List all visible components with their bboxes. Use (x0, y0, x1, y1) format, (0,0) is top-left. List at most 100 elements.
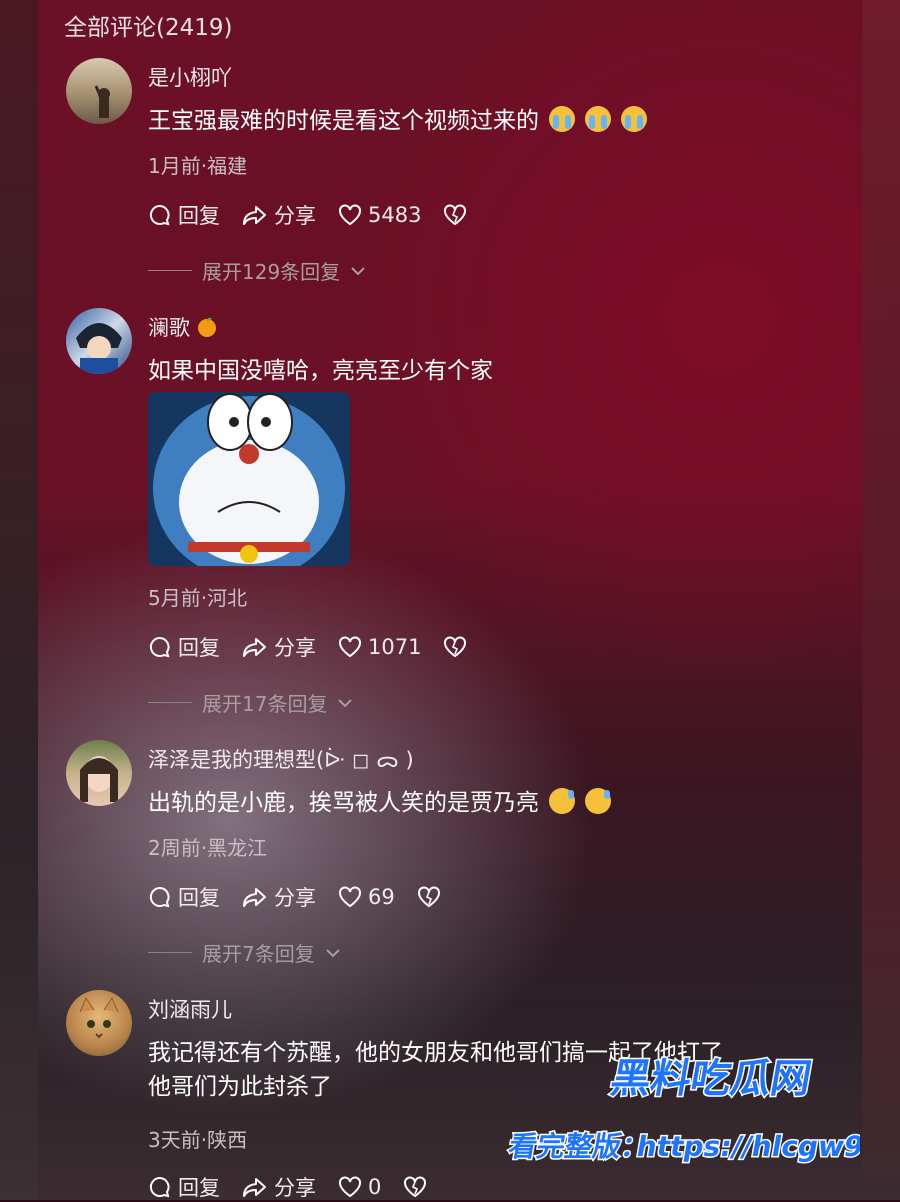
share-icon (243, 206, 266, 225)
comment-icon (149, 886, 170, 908)
divider-dash (148, 270, 192, 271)
comment-text-body: 王宝强最难的时候是看这个视频过来的 (148, 108, 539, 134)
comment-actions: 回复 分享 1071 (148, 632, 467, 662)
grinning-sweat-emoji (585, 788, 611, 814)
orange-badge-icon (198, 317, 216, 337)
share-icon (243, 888, 266, 907)
dislike-button[interactable] (443, 636, 467, 658)
doraemon-sticker-graphic (148, 392, 350, 566)
like-button[interactable]: 0 (338, 1175, 381, 1199)
reply-button[interactable]: 回复 (148, 1172, 220, 1202)
loudly-crying-emoji (549, 106, 575, 132)
comment-actions: 回复 分享 5483 (148, 200, 467, 230)
watermark-prefix: 看完整版： (506, 1130, 652, 1163)
divider-dash (148, 952, 192, 953)
heart-icon (339, 636, 361, 658)
share-button[interactable]: 分享 (242, 632, 316, 662)
grinning-sweat-emoji (549, 788, 575, 814)
expand-replies-label: 展开17条回复 (202, 692, 328, 716)
expand-replies[interactable]: 展开7条回复 (148, 938, 341, 967)
heart-icon (339, 1176, 361, 1198)
dislike-button[interactable] (417, 886, 441, 908)
broken-heart-icon (444, 204, 467, 226)
share-label: 分享 (274, 636, 316, 660)
comment-meta: 1月前·福建 (148, 154, 248, 178)
share-label: 分享 (274, 204, 316, 228)
comment-icon (149, 204, 170, 226)
right-edge (862, 0, 900, 1200)
reply-label: 回复 (178, 886, 220, 910)
comment-text-body: 出轨的是小鹿，挨骂被人笑的是贾乃亮 (148, 790, 539, 816)
expand-replies[interactable]: 展开17条回复 (148, 688, 353, 717)
dislike-button[interactable] (443, 204, 467, 226)
avatar-image (76, 323, 122, 374)
chevron-down-icon (351, 266, 365, 275)
reply-button[interactable]: 回复 (148, 632, 220, 662)
watermark-url: https://hlcgw92.com (634, 1130, 860, 1163)
avatar[interactable] (66, 58, 132, 124)
share-button[interactable]: 分享 (242, 882, 316, 912)
share-button[interactable]: 分享 (242, 1172, 316, 1202)
share-icon (243, 1178, 266, 1197)
left-edge (0, 0, 38, 1200)
share-icon (243, 638, 266, 657)
avatar[interactable] (66, 740, 132, 806)
comment-meta: 2周前·黑龙江 (148, 836, 268, 860)
username[interactable]: 澜歌 (148, 312, 218, 342)
chevron-down-icon (326, 948, 340, 957)
like-button[interactable]: 69 (338, 885, 395, 909)
reply-button[interactable]: 回复 (148, 882, 220, 912)
avatar-image (80, 756, 118, 802)
like-count: 0 (368, 1175, 382, 1199)
username[interactable]: 是小栩吖 (148, 62, 232, 92)
reply-button[interactable]: 回复 (148, 200, 220, 230)
like-button[interactable]: 1071 (338, 635, 421, 659)
username-text: 澜歌 (148, 316, 190, 340)
comment-icon (149, 1176, 170, 1198)
share-label: 分享 (274, 1176, 316, 1200)
avatar[interactable] (66, 308, 132, 374)
comment-meta: 3天前·陕西 (148, 1128, 248, 1152)
site-watermark: 黑料吃瓜网 .com 看完整版： https://hlcgw92.com (500, 1028, 900, 1178)
expand-replies[interactable]: 展开129条回复 (148, 256, 366, 285)
username[interactable]: 泽泽是我的理想型(ᐕ ◻ ᯅ ) (148, 744, 414, 774)
loudly-crying-emoji (585, 106, 611, 132)
avatar-image (94, 85, 110, 118)
username-text: 泽泽是我的理想型(ᐕ ◻ ᯅ ) (148, 748, 414, 772)
dislike-button[interactable] (403, 1176, 427, 1198)
avatar-image (79, 996, 119, 1039)
divider-dash (148, 702, 192, 703)
share-button[interactable]: 分享 (242, 200, 316, 230)
doraemon-sticker-image[interactable] (148, 392, 350, 566)
reply-label: 回复 (178, 636, 220, 660)
comment-actions: 回复 分享 69 (148, 882, 441, 912)
username[interactable]: 刘涵雨儿 (148, 994, 232, 1024)
comments-count-title: 全部评论(2419) (64, 15, 233, 41)
heart-icon (339, 204, 361, 226)
share-label: 分享 (274, 886, 316, 910)
like-button[interactable]: 5483 (338, 203, 421, 227)
chevron-down-icon (338, 698, 353, 707)
reply-label: 回复 (178, 204, 220, 228)
heart-icon (339, 886, 361, 908)
comment-text: 出轨的是小鹿，挨骂被人笑的是贾乃亮 (148, 786, 828, 820)
broken-heart-icon (404, 1176, 427, 1198)
like-count: 69 (368, 885, 395, 909)
username-text: 刘涵雨儿 (148, 998, 232, 1022)
comment-text: 如果中国没嘻哈，亮亮至少有个家 (148, 358, 493, 384)
reply-label: 回复 (178, 1176, 220, 1200)
watermark-title: 黑料吃瓜网 (607, 1055, 815, 1102)
comment-icon (149, 636, 170, 658)
comment-panel: 全部评论(2419) 是小栩吖 王宝强最难的时候是看这个视频过来的 1月前·福建… (38, 0, 862, 1200)
comment-text: 王宝强最难的时候是看这个视频过来的 (148, 104, 828, 138)
watermark-graphic: 黑料吃瓜网 .com 看完整版： https://hlcgw92.com (505, 1054, 900, 1165)
comment-meta: 5月前·河北 (148, 586, 248, 610)
comment-actions: 回复 分享 0 (148, 1172, 427, 1202)
expand-replies-label: 展开7条回复 (202, 942, 315, 966)
broken-heart-icon (444, 636, 467, 658)
avatar[interactable] (66, 990, 132, 1056)
like-count: 5483 (368, 203, 422, 227)
expand-replies-label: 展开129条回复 (202, 260, 341, 284)
like-count: 1071 (368, 635, 422, 659)
loudly-crying-emoji (621, 106, 647, 132)
